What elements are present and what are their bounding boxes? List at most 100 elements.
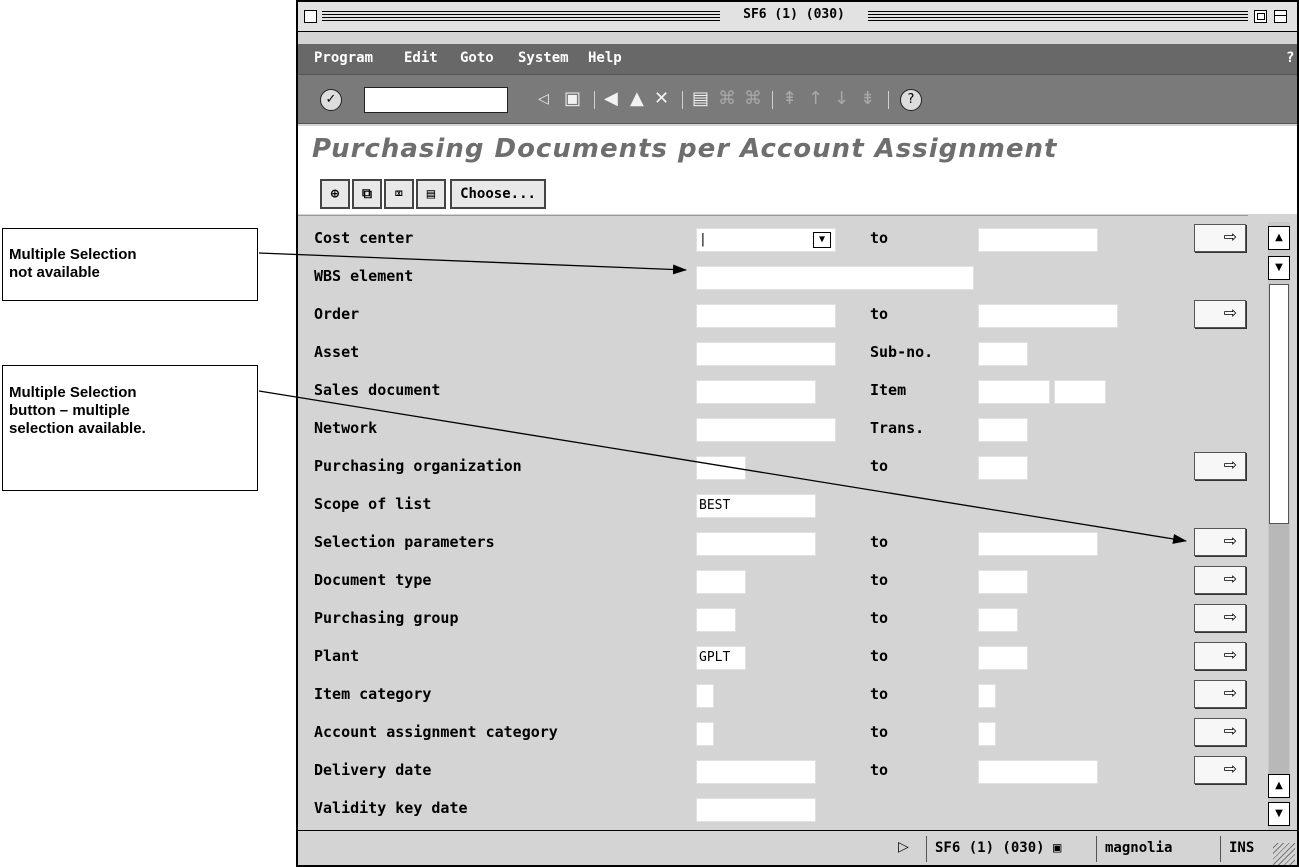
exit-icon[interactable]: ▲ [630,88,644,110]
input-to[interactable] [978,722,996,746]
menu-system[interactable]: System [518,50,569,66]
arrow-right-icon: ⇨ [1223,683,1237,702]
field-label: Order [314,305,360,323]
cancel-icon[interactable]: ✕ [654,88,669,110]
zoom-box-icon[interactable] [1254,10,1267,23]
callout-multiple-selection-available: Multiple Selection button – multiple sel… [2,365,258,491]
input-from[interactable] [696,722,714,746]
copy-icon[interactable]: ⧉ [352,179,382,209]
input-to[interactable] [978,228,1098,252]
input-to[interactable] [978,342,1028,366]
input-from[interactable]: BEST [696,494,816,518]
back-icon[interactable]: ◀ [604,88,618,110]
field-label: Scope of list [314,495,432,513]
field-mid-label: to [870,647,889,665]
scroll-up-icon[interactable]: ▲ [1268,774,1290,798]
save-icon[interactable]: ▣ [564,88,581,110]
window-titlebar[interactable]: SF6 (1) (030) [298,2,1297,32]
field-mid-label: Item [870,381,907,399]
input-from[interactable] [696,570,746,594]
collapse-box-icon[interactable] [1274,10,1287,23]
input-from[interactable] [696,684,714,708]
input-to[interactable] [978,532,1098,556]
print-icon[interactable]: ▤ [692,88,709,110]
input-from[interactable] [696,380,816,404]
find-icon[interactable]: ⌘ [718,88,736,110]
field-mid-label: to [870,723,889,741]
scroll-down-icon[interactable]: ▼ [1268,802,1290,826]
input-from[interactable] [696,760,816,784]
application-toolbar: ⊕ ⧉ ⌧ ▤ Choose... [298,174,1297,214]
choose-button[interactable]: Choose... [450,179,546,209]
input-to[interactable] [978,570,1028,594]
next-page-icon[interactable]: ↓ [834,88,849,110]
scroll-up-icon[interactable]: ▲ [1268,226,1290,250]
input-to[interactable] [978,684,996,708]
input-to[interactable] [978,456,1028,480]
menu-question[interactable]: ? [1286,50,1294,66]
delete-icon[interactable]: ⌧ [384,179,414,209]
menu-program[interactable]: Program [314,50,373,66]
previous-page-icon[interactable]: ↑ [808,88,823,110]
multiple-selection-button[interactable]: ⇨ [1194,224,1246,252]
status-system[interactable]: SF6 (1) (030) ▣ [926,836,1061,862]
multiple-selection-button[interactable]: ⇨ [1194,300,1246,328]
arrow-right-icon: ⇨ [1223,531,1237,550]
menu-help[interactable]: Help [588,50,622,66]
multiple-selection-button[interactable]: ⇨ [1194,528,1246,556]
input-from[interactable] [696,342,836,366]
find-next-icon[interactable]: ⌘ [744,88,762,110]
input-from[interactable] [696,798,816,822]
field-mid-label: to [870,305,889,323]
multiple-selection-button[interactable]: ⇨ [1194,756,1246,784]
last-page-icon[interactable]: ⇟ [860,88,875,110]
input-from[interactable] [696,266,974,290]
arrow-right-icon: ⇨ [1223,645,1237,664]
input-to[interactable] [978,760,1098,784]
input-value: | [699,232,707,247]
multiple-selection-button[interactable]: ⇨ [1194,604,1246,632]
input-to[interactable] [978,646,1028,670]
scroll-thumb[interactable] [1269,284,1289,524]
enter-icon[interactable]: ✓ [320,89,342,111]
execute-icon[interactable]: ⊕ [320,179,350,209]
scroll-track[interactable] [1269,524,1289,774]
page-title: Purchasing Documents per Account Assignm… [312,134,1058,164]
input-from[interactable] [696,418,836,442]
command-field[interactable] [364,87,508,113]
status-expand-icon[interactable]: ▷ [898,839,909,855]
multiple-selection-button[interactable]: ⇨ [1194,452,1246,480]
save-variant-icon[interactable]: ▤ [416,179,446,209]
menu-edit[interactable]: Edit [404,50,438,66]
multiple-selection-button[interactable]: ⇨ [1194,566,1246,594]
input-from[interactable] [696,304,836,328]
scroll-down-icon[interactable]: ▼ [1268,256,1290,280]
input-from[interactable] [696,608,736,632]
input-to[interactable] [978,304,1118,328]
field-label: Asset [314,343,360,361]
input-to[interactable] [978,380,1050,404]
input-to[interactable] [978,608,1018,632]
status-system-text: SF6 (1) (030) [935,840,1045,856]
multiple-selection-button[interactable]: ⇨ [1194,718,1246,746]
close-box-icon[interactable] [304,10,317,23]
input-from[interactable] [696,532,816,556]
field-label: Network [314,419,378,437]
first-page-icon[interactable]: ⇞ [782,88,797,110]
status-menu-icon[interactable]: ▣ [1053,840,1061,856]
menu-goto[interactable]: Goto [460,50,494,66]
input-to[interactable] [978,418,1028,442]
arrow-right-icon: ⇨ [1223,607,1237,626]
multiple-selection-button[interactable]: ⇨ [1194,642,1246,670]
resize-grip-icon[interactable] [1273,843,1295,865]
help-icon[interactable]: ? [900,89,922,111]
back-arrow-icon[interactable]: ◁ [538,88,549,110]
input-extra[interactable] [1054,380,1106,404]
input-from[interactable]: GPLT [696,646,746,670]
vertical-scrollbar[interactable]: ▲ ▼ ▲ ▼ [1268,222,1290,830]
selection-row: Validity key date [298,788,1248,828]
multiple-selection-button[interactable]: ⇨ [1194,680,1246,708]
dropdown-arrow-icon[interactable]: ▼ [813,232,831,248]
input-from[interactable] [696,456,746,480]
input-from[interactable]: | ▼ [696,228,836,252]
